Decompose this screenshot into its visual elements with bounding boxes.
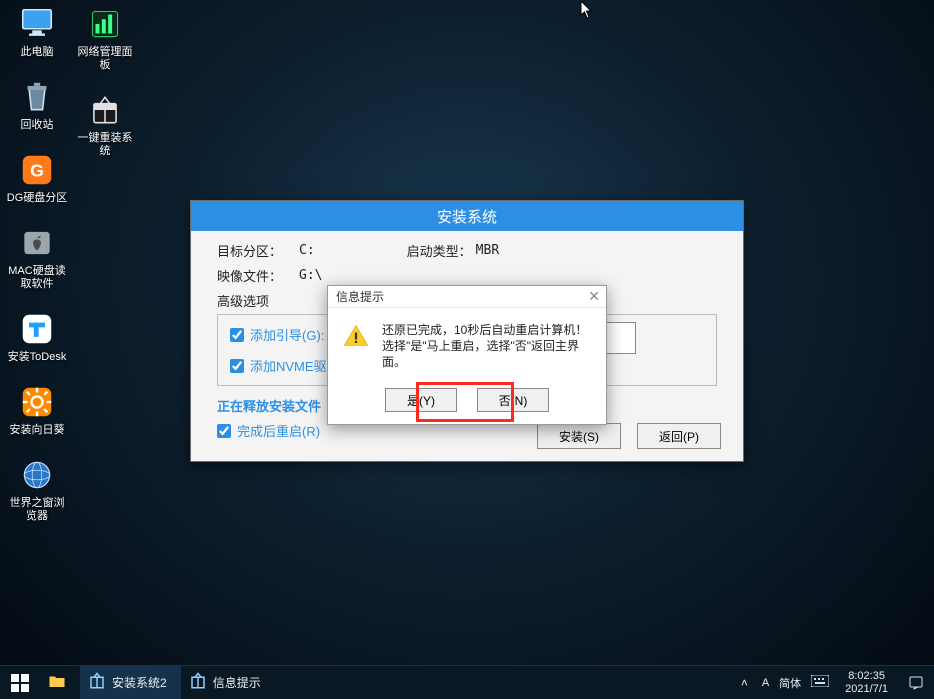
info-dialog: 信息提示 ✕ 还原已完成，10秒后自动重启计算机！ 选择"是"马上重启，选择"否… xyxy=(327,285,607,425)
globe-icon xyxy=(17,455,57,495)
installer-titlebar[interactable]: 安装系统 xyxy=(191,201,743,231)
warning-icon xyxy=(342,322,370,370)
ime-indicator-lang[interactable]: 简体 xyxy=(779,675,801,691)
check-restart-after-label: 完成后重启(R) xyxy=(237,421,320,440)
check-add-boot-label: 添加引导(G): xyxy=(250,325,324,344)
desktop-icon-label: DG硬盘分区 xyxy=(7,192,68,205)
no-button[interactable]: 否(N) xyxy=(477,388,549,412)
desktop-icon-dg-partition[interactable]: G DG硬盘分区 xyxy=(6,150,68,205)
dialog-message-line1: 还原已完成，10秒后自动重启计算机！ xyxy=(382,322,592,338)
check-add-nvme-label: 添加NVME驱 xyxy=(250,356,327,375)
desktop-icon-recycle-bin[interactable]: 回收站 xyxy=(6,77,68,132)
image-file-label: 映像文件： xyxy=(217,266,295,285)
back-button[interactable]: 返回(P) xyxy=(637,423,721,449)
taskbar-item-label: 信息提示 xyxy=(213,674,261,691)
dialog-message: 还原已完成，10秒后自动重启计算机！ 选择"是"马上重启，选择"否"返回主界面。 xyxy=(382,322,592,370)
trash-icon xyxy=(17,77,57,117)
mac-disk-icon xyxy=(17,223,57,263)
check-add-nvme-input[interactable] xyxy=(230,359,244,373)
desktop-icon-label: 此电脑 xyxy=(21,46,54,59)
keyboard-icon[interactable] xyxy=(811,675,829,690)
package-icon xyxy=(88,672,106,693)
dialog-titlebar[interactable]: 信息提示 ✕ xyxy=(328,286,606,308)
dialog-title: 信息提示 xyxy=(336,288,384,305)
todesk-app-icon xyxy=(17,309,57,349)
desktop-icon-browser[interactable]: 世界之窗浏览器 xyxy=(6,455,68,523)
boot-type-value: MBR xyxy=(476,243,499,258)
desktop-icon-sunflower[interactable]: 安装向日葵 xyxy=(6,382,68,437)
dashboard-icon xyxy=(85,4,125,44)
taskbar-item-info-prompt[interactable]: 信息提示 xyxy=(181,666,275,699)
desktop-icon-label: 安装向日葵 xyxy=(10,424,65,437)
check-add-boot-input[interactable] xyxy=(230,328,244,342)
desktop-icon-net-panel[interactable]: 网络管理面板 xyxy=(74,4,136,72)
ime-indicator-a[interactable]: A xyxy=(762,677,769,689)
chevron-up-icon[interactable]: ˄ xyxy=(737,676,752,690)
desktop-icon-label: 网络管理面板 xyxy=(74,46,136,72)
clock-time: 8:02:35 xyxy=(845,670,888,683)
partition-app-icon: G xyxy=(17,150,57,190)
taskbar-clock[interactable]: 8:02:35 2021/7/1 xyxy=(839,670,894,696)
taskbar-file-explorer[interactable] xyxy=(40,666,80,699)
dialog-message-line2: 选择"是"马上重启，选择"否"返回主界面。 xyxy=(382,338,592,370)
monitor-icon xyxy=(17,4,57,44)
system-tray: ˄ A 简体 8:02:35 2021/7/1 xyxy=(737,666,934,699)
installer-title: 安装系统 xyxy=(437,206,497,227)
desktop-icon-this-pc[interactable]: 此电脑 xyxy=(6,4,68,59)
svg-text:G: G xyxy=(30,160,44,180)
desktop-icon-label: 安装ToDesk xyxy=(8,351,67,364)
desktop-icon-mac-disk[interactable]: MAC硬盘读取软件 xyxy=(6,223,68,291)
desktop-icon-label: MAC硬盘读取软件 xyxy=(6,265,68,291)
taskbar-item-label: 安装系统2 xyxy=(112,674,167,691)
target-partition-value: C: xyxy=(299,243,315,258)
close-icon[interactable]: ✕ xyxy=(588,288,600,305)
taskbar: 安装系统2 信息提示 ˄ A 简体 8:02:35 2021/7/1 xyxy=(0,665,934,699)
check-restart-after-input[interactable] xyxy=(217,424,231,438)
desktop-icon-todesk[interactable]: 安装ToDesk xyxy=(6,309,68,364)
start-button[interactable] xyxy=(0,666,40,699)
notification-icon[interactable] xyxy=(904,666,928,699)
boot-type-label: 启动类型： xyxy=(407,241,472,260)
image-file-value: G:\ xyxy=(299,268,322,283)
taskbar-item-install-system[interactable]: 安装系统2 xyxy=(80,666,181,699)
install-button[interactable]: 安装(S) xyxy=(537,423,621,449)
desktop-icon-label: 世界之窗浏览器 xyxy=(6,497,68,523)
sunflower-app-icon xyxy=(17,382,57,422)
clock-date: 2021/7/1 xyxy=(845,683,888,696)
package-icon xyxy=(189,672,207,693)
target-partition-label: 目标分区： xyxy=(217,241,295,260)
yes-button[interactable]: 是(Y) xyxy=(385,388,457,412)
desktop-icon-label: 一键重装系统 xyxy=(74,132,136,158)
desktop-icon-label: 回收站 xyxy=(21,119,54,132)
desktop-icon-reinstall[interactable]: 一键重装系统 xyxy=(74,90,136,158)
folder-icon xyxy=(48,672,66,693)
package-icon xyxy=(85,90,125,130)
